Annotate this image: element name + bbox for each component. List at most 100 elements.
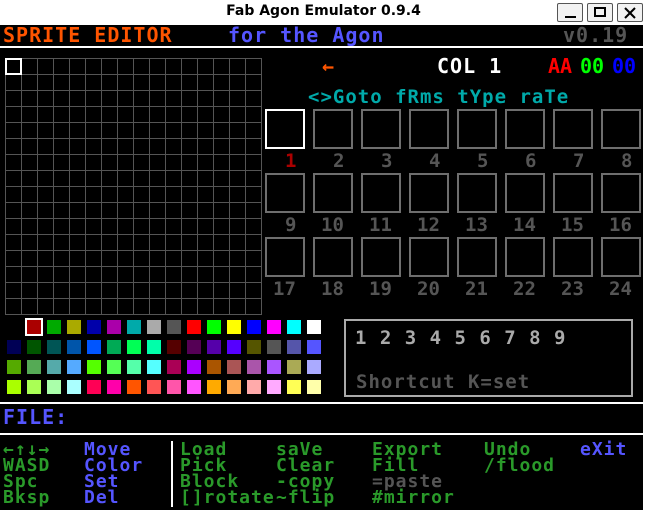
frame-thumbnail[interactable] <box>313 173 353 213</box>
palette-swatch[interactable] <box>67 360 81 374</box>
frame-thumbnail[interactable] <box>505 237 545 277</box>
palette-swatch[interactable] <box>207 320 221 334</box>
frame-thumbnail[interactable] <box>265 237 305 277</box>
palette-swatch[interactable] <box>27 360 41 374</box>
app-subtitle: for the Agon <box>228 25 385 47</box>
palette-swatch[interactable] <box>127 380 141 394</box>
palette-swatch[interactable] <box>27 380 41 394</box>
palette-swatch[interactable] <box>167 320 181 334</box>
frame-thumbnail[interactable] <box>409 173 449 213</box>
palette-swatch[interactable] <box>67 340 81 354</box>
palette-swatch[interactable] <box>307 380 321 394</box>
palette-swatch[interactable] <box>107 320 121 334</box>
back-arrow[interactable]: ← <box>322 56 334 76</box>
palette-swatch[interactable] <box>127 320 141 334</box>
frame-thumbnail[interactable] <box>601 173 641 213</box>
palette-swatch[interactable] <box>227 360 241 374</box>
frame-thumbnail[interactable] <box>361 109 401 149</box>
palette-swatch[interactable] <box>267 320 281 334</box>
frame-thumbnail[interactable] <box>553 109 593 149</box>
palette-swatch[interactable] <box>107 360 121 374</box>
frame-thumbnail[interactable] <box>409 237 449 277</box>
palette-swatch[interactable] <box>287 340 301 354</box>
palette-swatch[interactable] <box>87 380 101 394</box>
palette-swatch[interactable] <box>307 360 321 374</box>
palette-swatch[interactable] <box>147 380 161 394</box>
sprite-edit-grid[interactable] <box>5 58 262 315</box>
palette-swatch[interactable] <box>67 380 81 394</box>
frame-thumbnail[interactable] <box>265 173 305 213</box>
palette-swatch[interactable] <box>227 380 241 394</box>
palette-swatch[interactable] <box>267 380 281 394</box>
palette-swatch[interactable] <box>107 340 121 354</box>
frame-thumbnail[interactable] <box>457 109 497 149</box>
frame-thumbnail[interactable] <box>457 173 497 213</box>
palette-swatch[interactable] <box>47 320 61 334</box>
palette-swatch[interactable] <box>247 380 261 394</box>
palette-swatch[interactable] <box>247 320 261 334</box>
frame-number: 15 <box>561 214 584 236</box>
palette-swatch[interactable] <box>187 340 201 354</box>
help-action: Del <box>84 487 120 508</box>
palette-swatch[interactable] <box>67 320 81 334</box>
palette-swatch[interactable] <box>227 340 241 354</box>
palette-swatch[interactable] <box>7 380 21 394</box>
palette-swatch[interactable] <box>287 320 301 334</box>
palette-swatch[interactable] <box>207 340 221 354</box>
palette-swatch[interactable] <box>187 320 201 334</box>
palette-swatch[interactable] <box>167 380 181 394</box>
palette-swatch[interactable] <box>287 360 301 374</box>
palette-swatch[interactable] <box>27 340 41 354</box>
shortcut-digits[interactable]: 1 2 3 4 5 6 7 8 9 <box>355 329 566 348</box>
palette-swatch[interactable] <box>207 380 221 394</box>
palette-swatch[interactable] <box>87 320 101 334</box>
palette-swatch[interactable] <box>307 320 321 334</box>
palette-swatch[interactable] <box>147 320 161 334</box>
palette-swatch[interactable] <box>7 320 21 334</box>
palette-swatch[interactable] <box>267 360 281 374</box>
palette-swatch[interactable] <box>167 340 181 354</box>
palette-swatch[interactable] <box>247 340 261 354</box>
maximize-button[interactable] <box>587 3 613 22</box>
palette-swatch[interactable] <box>307 340 321 354</box>
palette-swatch[interactable] <box>47 340 61 354</box>
palette-swatch[interactable] <box>187 380 201 394</box>
palette-swatch[interactable] <box>247 360 261 374</box>
file-input[interactable] <box>90 407 630 427</box>
palette-swatch[interactable] <box>147 340 161 354</box>
frame-thumbnail[interactable] <box>553 237 593 277</box>
palette-swatch[interactable] <box>87 360 101 374</box>
palette-swatch[interactable] <box>287 380 301 394</box>
palette-swatch[interactable] <box>187 360 201 374</box>
frame-thumbnail[interactable] <box>601 237 641 277</box>
frame-thumbnail[interactable] <box>361 237 401 277</box>
palette-swatch[interactable] <box>127 340 141 354</box>
frame-thumbnail[interactable] <box>409 109 449 149</box>
frame-thumbnail[interactable] <box>265 109 305 149</box>
title-bar: Fab Agon Emulator 0.9.4 <box>0 0 647 25</box>
palette-swatch[interactable] <box>87 340 101 354</box>
palette-swatch[interactable] <box>7 360 21 374</box>
palette-swatch[interactable] <box>167 360 181 374</box>
frame-thumbnail[interactable] <box>601 109 641 149</box>
frame-thumbnail[interactable] <box>457 237 497 277</box>
frame-thumbnail[interactable] <box>505 109 545 149</box>
frame-thumbnail[interactable] <box>361 173 401 213</box>
rgb-green: 00 <box>580 54 605 78</box>
frame-thumbnail[interactable] <box>313 237 353 277</box>
palette-swatch[interactable] <box>107 380 121 394</box>
close-button[interactable] <box>617 3 643 22</box>
palette-swatch[interactable] <box>7 340 21 354</box>
frame-thumbnail[interactable] <box>505 173 545 213</box>
palette-swatch[interactable] <box>47 380 61 394</box>
palette-swatch[interactable] <box>127 360 141 374</box>
frame-thumbnail[interactable] <box>313 109 353 149</box>
frame-thumbnail[interactable] <box>553 173 593 213</box>
palette-swatch[interactable] <box>207 360 221 374</box>
palette-swatch[interactable] <box>227 320 241 334</box>
palette-swatch[interactable] <box>267 340 281 354</box>
minimize-button[interactable] <box>557 3 583 22</box>
palette-swatch[interactable] <box>147 360 161 374</box>
palette-selection <box>25 318 43 336</box>
palette-swatch[interactable] <box>47 360 61 374</box>
